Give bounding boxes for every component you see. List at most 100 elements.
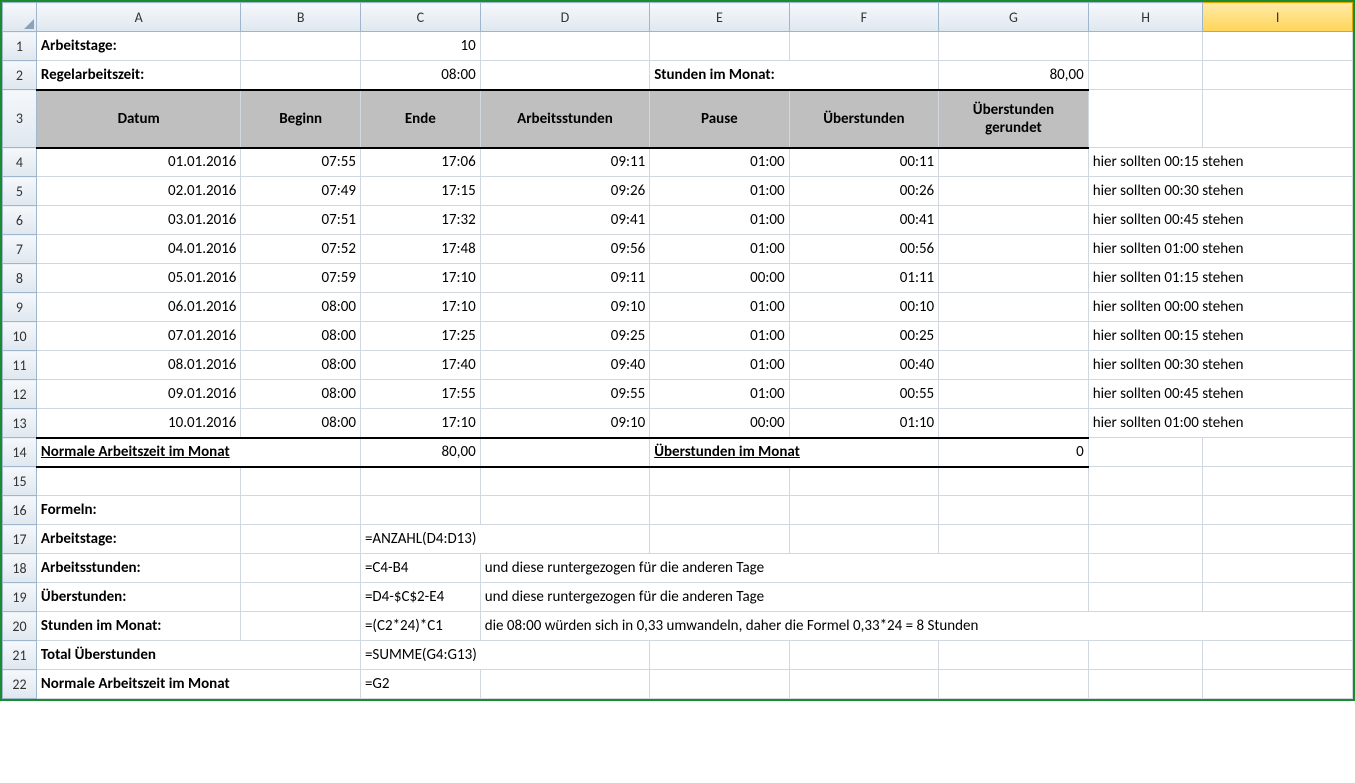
cell-F22[interactable]: [789, 670, 939, 699]
cell-D19[interactable]: und diese runtergezogen für die anderen …: [480, 583, 1088, 612]
cell-D16[interactable]: [480, 496, 650, 525]
cell-F9[interactable]: 00:10: [789, 293, 939, 322]
cell-B19[interactable]: [241, 583, 361, 612]
cell-C7[interactable]: 17:48: [360, 235, 480, 264]
cell-G4[interactable]: [939, 148, 1089, 177]
cell-I17[interactable]: [1203, 525, 1353, 554]
row-header-11[interactable]: 11: [3, 351, 37, 380]
cell-E12[interactable]: 01:00: [650, 380, 789, 409]
cell-B1[interactable]: [241, 32, 361, 61]
row-header-22[interactable]: 22: [3, 670, 37, 699]
cell-G16[interactable]: [939, 496, 1089, 525]
cell-H6[interactable]: hier sollten 00:45 stehen: [1088, 206, 1352, 235]
cell-B12[interactable]: 08:00: [241, 380, 361, 409]
row-header-19[interactable]: 19: [3, 583, 37, 612]
cell-B20[interactable]: [241, 612, 361, 641]
cell-C8[interactable]: 17:10: [360, 264, 480, 293]
cell-A20[interactable]: Stunden im Monat:: [36, 612, 241, 641]
row-header-4[interactable]: 4: [3, 148, 37, 177]
header-ueberstunden-gerundet[interactable]: Überstunden gerundet: [939, 90, 1089, 148]
cell-G5[interactable]: [939, 177, 1089, 206]
cell-B6[interactable]: 07:51: [241, 206, 361, 235]
cell-A16[interactable]: Formeln:: [36, 496, 241, 525]
cell-D13[interactable]: 09:10: [480, 409, 650, 438]
cell-E6[interactable]: 01:00: [650, 206, 789, 235]
cell-E1[interactable]: [650, 32, 789, 61]
cell-I3[interactable]: [1203, 90, 1353, 148]
header-datum[interactable]: Datum: [36, 90, 241, 148]
cell-H1[interactable]: [1088, 32, 1203, 61]
row-header-1[interactable]: 1: [3, 32, 37, 61]
col-header-C[interactable]: C: [360, 3, 480, 32]
cell-D22[interactable]: [480, 670, 650, 699]
cell-C2[interactable]: 08:00: [360, 61, 480, 90]
row-header-6[interactable]: 6: [3, 206, 37, 235]
cell-A8[interactable]: 05.01.2016: [36, 264, 241, 293]
cell-H21[interactable]: [1088, 641, 1203, 670]
cell-I2[interactable]: [1203, 61, 1353, 90]
grid[interactable]: A B C D E F G H I 1 Arbeitstage: 10 2 Re…: [2, 2, 1353, 699]
row-header-7[interactable]: 7: [3, 235, 37, 264]
cell-H15[interactable]: [1088, 467, 1203, 496]
header-arbeitsstunden[interactable]: Arbeitsstunden: [480, 90, 650, 148]
cell-D12[interactable]: 09:55: [480, 380, 650, 409]
col-header-H[interactable]: H: [1088, 3, 1203, 32]
cell-D18[interactable]: und diese runtergezogen für die anderen …: [480, 554, 1088, 583]
cell-B10[interactable]: 08:00: [241, 322, 361, 351]
select-all-corner[interactable]: [3, 3, 37, 32]
cell-F13[interactable]: 01:10: [789, 409, 939, 438]
cell-E13[interactable]: 00:00: [650, 409, 789, 438]
cell-B15[interactable]: [241, 467, 361, 496]
cell-C18[interactable]: =C4-B4: [360, 554, 480, 583]
cell-H10[interactable]: hier sollten 00:15 stehen: [1088, 322, 1352, 351]
cell-G11[interactable]: [939, 351, 1089, 380]
cell-A12[interactable]: 09.01.2016: [36, 380, 241, 409]
cell-H14[interactable]: [1088, 438, 1203, 467]
cell-A17[interactable]: Arbeitstage:: [36, 525, 241, 554]
cell-G13[interactable]: [939, 409, 1089, 438]
col-header-B[interactable]: B: [241, 3, 361, 32]
cell-F8[interactable]: 01:11: [789, 264, 939, 293]
cell-H18[interactable]: [1088, 554, 1203, 583]
cell-C11[interactable]: 17:40: [360, 351, 480, 380]
cell-H19[interactable]: [1088, 583, 1203, 612]
row-header-9[interactable]: 9: [3, 293, 37, 322]
cell-E21[interactable]: [650, 641, 789, 670]
cell-I18[interactable]: [1203, 554, 1353, 583]
cell-A9[interactable]: 06.01.2016: [36, 293, 241, 322]
cell-C4[interactable]: 17:06: [360, 148, 480, 177]
col-header-E[interactable]: E: [650, 3, 789, 32]
col-header-D[interactable]: D: [480, 3, 650, 32]
cell-I21[interactable]: [1203, 641, 1353, 670]
cell-F1[interactable]: [789, 32, 939, 61]
cell-B7[interactable]: 07:52: [241, 235, 361, 264]
row-header-14[interactable]: 14: [3, 438, 37, 467]
cell-A15[interactable]: [36, 467, 241, 496]
cell-A19[interactable]: Überstunden:: [36, 583, 241, 612]
cell-D7[interactable]: 09:56: [480, 235, 650, 264]
cell-H11[interactable]: hier sollten 00:30 stehen: [1088, 351, 1352, 380]
cell-H13[interactable]: hier sollten 01:00 stehen: [1088, 409, 1352, 438]
cell-E10[interactable]: 01:00: [650, 322, 789, 351]
cell-G8[interactable]: [939, 264, 1089, 293]
cell-A5[interactable]: 02.01.2016: [36, 177, 241, 206]
cell-E4[interactable]: 01:00: [650, 148, 789, 177]
cell-D2[interactable]: [480, 61, 650, 90]
cell-F5[interactable]: 00:26: [789, 177, 939, 206]
row-header-5[interactable]: 5: [3, 177, 37, 206]
cell-H16[interactable]: [1088, 496, 1203, 525]
cell-E16[interactable]: [650, 496, 789, 525]
cell-I16[interactable]: [1203, 496, 1353, 525]
col-header-A[interactable]: A: [36, 3, 241, 32]
cell-F16[interactable]: [789, 496, 939, 525]
cell-E2[interactable]: Stunden im Monat:: [650, 61, 939, 90]
cell-B8[interactable]: 07:59: [241, 264, 361, 293]
cell-C6[interactable]: 17:32: [360, 206, 480, 235]
cell-B13[interactable]: 08:00: [241, 409, 361, 438]
cell-G7[interactable]: [939, 235, 1089, 264]
cell-C17[interactable]: =ANZAHL(D4:D13): [360, 525, 649, 554]
cell-C14[interactable]: 80,00: [360, 438, 480, 467]
cell-C10[interactable]: 17:25: [360, 322, 480, 351]
row-header-3[interactable]: 3: [3, 90, 37, 148]
cell-A14[interactable]: Normale Arbeitszeit im Monat: [36, 438, 360, 467]
